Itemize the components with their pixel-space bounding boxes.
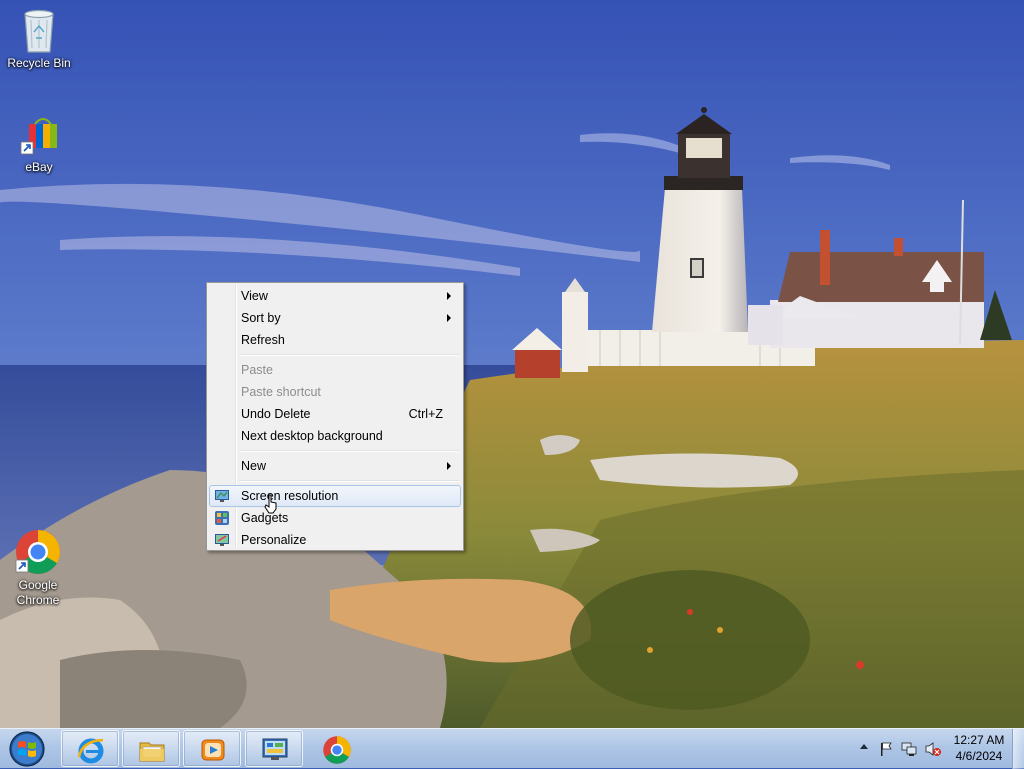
taskbar-windows-explorer[interactable]: [122, 730, 180, 767]
menu-item-label: Refresh: [241, 333, 285, 347]
menu-item-label: Sort by: [241, 311, 281, 325]
control-panel-icon: [262, 738, 288, 760]
monitor-icon: [215, 490, 229, 502]
taskbar-control-panel[interactable]: [245, 730, 303, 767]
desktop-wallpaper[interactable]: [0, 0, 1024, 728]
clock-time: 12:27 AM: [953, 733, 1005, 747]
taskbar: 12:27 AM 4/6/2024: [0, 728, 1024, 769]
menu-item-new[interactable]: New: [209, 455, 461, 477]
menu-item-label: Paste shortcut: [241, 385, 321, 399]
recycle-bin-icon: [24, 9, 54, 53]
menu-separator: [209, 351, 461, 359]
menu-item-label: Undo Delete: [241, 407, 311, 421]
gadgets-icon: [215, 511, 229, 525]
clock-date: 4/6/2024: [955, 749, 1003, 763]
taskbar-internet-explorer[interactable]: [61, 730, 119, 767]
media-player-icon: [201, 739, 225, 761]
show-desktop-button[interactable]: [1012, 729, 1024, 769]
submenu-arrow-icon: [447, 462, 451, 470]
menu-separator: [209, 477, 461, 485]
chrome-icon: [15, 530, 60, 574]
chrome-icon: [323, 736, 351, 764]
submenu-arrow-icon: [447, 314, 451, 322]
desktop-icon-recycle-bin[interactable]: Recycle Bin: [1, 6, 77, 71]
desktop-icon-label: eBay: [25, 160, 53, 174]
menu-item-screen-resolution[interactable]: Screen resolution: [209, 485, 461, 507]
menu-item-next-desktop-background[interactable]: Next desktop background: [209, 425, 461, 447]
menu-item-label: New: [241, 459, 267, 473]
show-hidden-icons-arrow-icon[interactable]: [860, 744, 868, 749]
desktop-icon-ebay[interactable]: eBay: [1, 114, 77, 175]
personalize-icon: [215, 534, 229, 546]
menu-item-label: Next desktop background: [241, 429, 383, 443]
taskbar-clock[interactable]: 12:27 AM 4/6/2024: [944, 732, 1014, 764]
menu-item-paste-shortcut[interactable]: Paste shortcut: [209, 381, 461, 403]
menu-item-sort-by[interactable]: Sort by: [209, 307, 461, 329]
menu-item-view[interactable]: View: [209, 285, 461, 307]
desktop-icon-label: Recycle Bin: [7, 56, 71, 70]
action-center-flag-icon[interactable]: [878, 741, 894, 757]
menu-item-label: Paste: [241, 363, 273, 377]
mouse-pointer-icon: [264, 494, 277, 514]
menu-separator: [209, 447, 461, 455]
desktop-icon-label: Google Chrome: [16, 578, 60, 607]
menu-item-label: Personalize: [241, 533, 307, 547]
volume-muted-icon[interactable]: [924, 741, 942, 757]
menu-item-personalize[interactable]: Personalize: [209, 529, 461, 551]
desktop-icon-google-chrome[interactable]: Google Chrome: [0, 528, 76, 608]
menu-item-paste[interactable]: Paste: [209, 359, 461, 381]
desktop-context-menu: View Sort by Refresh Paste Paste shortcu…: [206, 282, 464, 551]
menu-item-shortcut: Ctrl+Z: [408, 407, 443, 421]
taskbar-google-chrome[interactable]: [307, 730, 365, 767]
internet-explorer-icon: [77, 738, 104, 764]
system-tray: 12:27 AM 4/6/2024: [834, 729, 1024, 769]
start-button[interactable]: [4, 730, 50, 768]
windows-explorer-icon: [139, 742, 165, 762]
menu-item-label: View: [241, 289, 268, 303]
network-icon[interactable]: [900, 741, 918, 757]
ebay-shopping-bag-icon: [20, 118, 57, 155]
menu-item-refresh[interactable]: Refresh: [209, 329, 461, 351]
taskbar-windows-media-player[interactable]: [183, 730, 241, 767]
menu-item-undo-delete[interactable]: Undo Delete Ctrl+Z: [209, 403, 461, 425]
menu-item-label: Screen resolution: [241, 489, 339, 503]
submenu-arrow-icon: [447, 292, 451, 300]
menu-item-gadgets[interactable]: Gadgets: [209, 507, 461, 529]
